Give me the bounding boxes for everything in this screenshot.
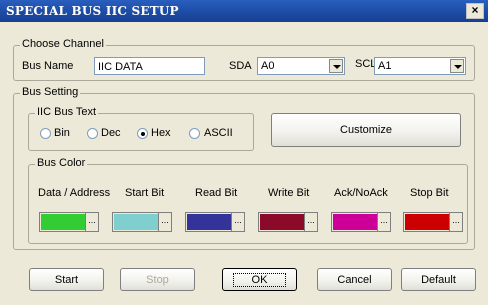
sda-select-value: A0 <box>261 60 275 72</box>
bus-setting-label: Bus Setting <box>20 86 81 98</box>
bus-name-label: Bus Name <box>22 60 74 72</box>
radio-ascii-label: ASCII <box>204 127 233 139</box>
swatch-fill <box>114 214 159 230</box>
color-swatch-data-address[interactable]: ... <box>39 212 99 232</box>
ellipsis-icon[interactable]: ... <box>304 213 317 231</box>
radio-hex-label: Hex <box>151 127 171 139</box>
ellipsis-icon[interactable]: ... <box>449 213 462 231</box>
color-label-data-address: Data / Address <box>38 187 111 199</box>
color-swatch-ack-noack[interactable]: ... <box>331 212 391 232</box>
radio-hex[interactable] <box>137 128 148 139</box>
radio-dec[interactable] <box>87 128 98 139</box>
radio-dec-label: Dec <box>101 127 121 139</box>
scl-select-value: A1 <box>378 60 392 72</box>
ok-button[interactable]: OK <box>222 268 297 291</box>
window-title: SPECIAL BUS IIC SETUP <box>6 4 179 18</box>
color-swatch-stop-bit[interactable]: ... <box>403 212 463 232</box>
customize-button[interactable]: Customize <box>271 113 461 147</box>
sda-label: SDA <box>229 60 252 72</box>
color-label-stop-bit: Stop Bit <box>410 187 449 199</box>
default-button-label: Default <box>421 274 456 286</box>
radio-ascii[interactable] <box>189 128 200 139</box>
bus-color-group: Bus Color <box>28 157 468 244</box>
start-button-label: Start <box>54 274 79 286</box>
chevron-down-icon[interactable] <box>450 59 464 73</box>
customize-button-label: Customize <box>340 124 392 136</box>
ellipsis-icon[interactable]: ... <box>158 213 171 231</box>
cancel-button-label: Cancel <box>337 274 372 286</box>
color-swatch-write-bit[interactable]: ... <box>258 212 318 232</box>
bus-color-label: Bus Color <box>35 157 88 169</box>
stop-button: Stop <box>120 268 195 291</box>
default-button[interactable]: Default <box>401 268 476 291</box>
ellipsis-icon[interactable]: ... <box>231 213 244 231</box>
scl-select[interactable]: A1 <box>374 57 466 75</box>
color-swatch-read-bit[interactable]: ... <box>185 212 245 232</box>
title-bar: SPECIAL BUS IIC SETUP × <box>0 0 488 22</box>
radio-bin-label: Bin <box>54 127 70 139</box>
ellipsis-icon[interactable]: ... <box>85 213 98 231</box>
color-label-read-bit: Read Bit <box>195 187 238 199</box>
radio-bin[interactable] <box>40 128 51 139</box>
chevron-down-icon[interactable] <box>329 59 343 73</box>
ok-button-label: OK <box>232 273 287 287</box>
color-label-ack-noack: Ack/NoAck <box>334 187 388 199</box>
sda-select[interactable]: A0 <box>257 57 345 75</box>
swatch-fill <box>41 214 86 230</box>
swatch-fill <box>260 214 305 230</box>
swatch-fill <box>405 214 450 230</box>
choose-channel-label: Choose Channel <box>20 38 106 50</box>
iic-bus-text-label: IIC Bus Text <box>35 106 99 118</box>
swatch-fill <box>333 214 378 230</box>
stop-button-label: Stop <box>146 274 169 286</box>
cancel-button[interactable]: Cancel <box>317 268 392 291</box>
swatch-fill <box>187 214 232 230</box>
start-button[interactable]: Start <box>29 268 104 291</box>
ellipsis-icon[interactable]: ... <box>377 213 390 231</box>
color-label-start-bit: Start Bit <box>125 187 165 199</box>
color-label-write-bit: Write Bit <box>268 187 310 199</box>
color-swatch-start-bit[interactable]: ... <box>112 212 172 232</box>
bus-name-input[interactable]: IIC DATA <box>94 57 205 75</box>
close-icon[interactable]: × <box>466 3 484 19</box>
